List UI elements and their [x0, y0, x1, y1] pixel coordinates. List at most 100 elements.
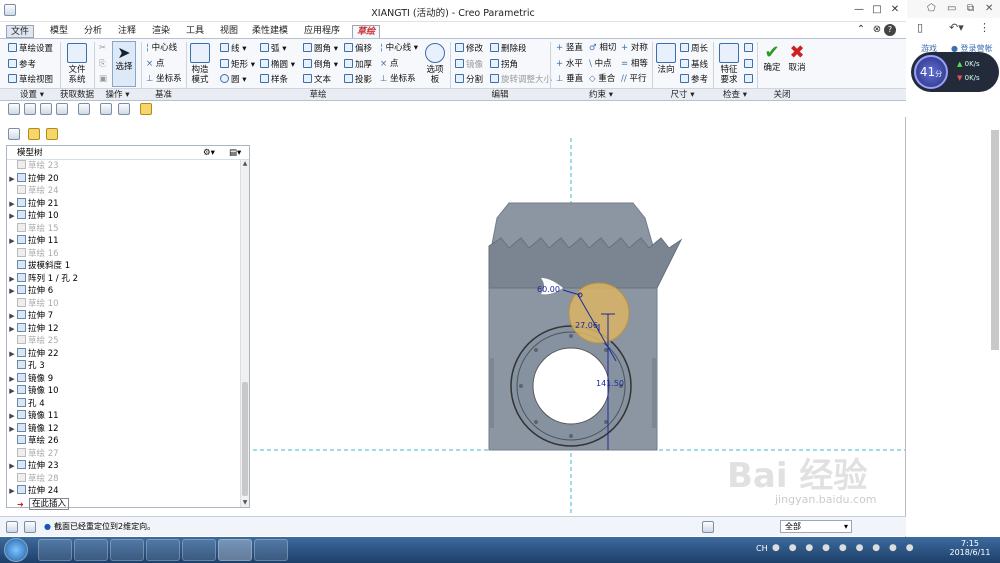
taskbar-creo-icon[interactable]: [218, 539, 252, 561]
expand-arrow-icon[interactable]: ▶: [7, 485, 17, 497]
ok-button[interactable]: ✔ 确定: [761, 43, 783, 74]
tree-row[interactable]: ▶ 镜像 12: [7, 422, 59, 436]
inspect-tool-icon-3[interactable]: [744, 74, 755, 86]
rectangle-button[interactable]: 矩形 ▾: [220, 59, 255, 71]
expand-arrow-icon[interactable]: ▶: [7, 373, 17, 385]
tree-row[interactable]: ▶ 拉伸 21: [7, 197, 59, 211]
tab-sketch[interactable]: 草绘: [352, 25, 381, 38]
datum-point-button[interactable]: × 点: [146, 59, 164, 70]
tree-settings-icon[interactable]: ⚙▾: [203, 146, 215, 160]
spline-button[interactable]: 样条: [260, 74, 288, 86]
tree-row[interactable]: ➜ 在此插入: [7, 497, 70, 511]
expand-arrow-icon[interactable]: ▶: [7, 198, 17, 210]
tree-row[interactable]: 草绘 25: [7, 335, 59, 348]
corner-button[interactable]: 拐角: [490, 59, 518, 71]
taskbar-browser-icon[interactable]: [38, 539, 72, 561]
tree-row[interactable]: 草绘 23: [7, 160, 59, 173]
side-restore-icon[interactable]: ⧉: [967, 3, 974, 14]
tab-view[interactable]: 视图: [216, 25, 242, 38]
expand-arrow-icon[interactable]: ▶: [7, 423, 17, 435]
tree-row[interactable]: 草绘 27: [7, 447, 59, 461]
fillet-button[interactable]: 圆角 ▾: [303, 43, 338, 55]
tree-row[interactable]: ▶ 镜像 11: [7, 410, 59, 423]
taskbar-explorer-icon[interactable]: [74, 539, 108, 561]
restore-button[interactable]: □: [868, 3, 886, 17]
expand-arrow-icon[interactable]: ▶: [7, 348, 17, 360]
side-mobile-icon[interactable]: ▯: [917, 21, 923, 34]
clock[interactable]: 7:15 2018/6/11: [948, 539, 992, 557]
tree-row[interactable]: ▶ 拉伸 23: [7, 460, 59, 473]
tree-scroll-thumb[interactable]: [242, 382, 248, 496]
minimize-button[interactable]: —: [850, 3, 868, 17]
taskbar-media-icon[interactable]: [110, 539, 144, 561]
group-operations[interactable]: 操作 ▾: [94, 89, 141, 101]
open-file-icon[interactable]: [24, 103, 36, 115]
group-inspect[interactable]: 检查 ▾: [713, 89, 757, 101]
reference-dimension-button[interactable]: 参考: [680, 74, 708, 86]
model-tree-tab-icon[interactable]: [8, 128, 20, 140]
mirror-button[interactable]: 镜像: [455, 59, 483, 71]
expand-arrow-icon[interactable]: ▶: [7, 273, 17, 285]
speed-widget[interactable]: 41分 ▲ 0K/s ▼ 0K/s: [911, 52, 999, 92]
sketch-view-button[interactable]: 草绘视图: [8, 74, 53, 86]
perimeter-button[interactable]: 周长: [680, 43, 708, 55]
tree-row[interactable]: 草绘 15: [7, 222, 59, 236]
tab-file[interactable]: 文件: [6, 25, 35, 38]
tree-row[interactable]: ▶ 拉伸 10: [7, 210, 59, 223]
undo-icon[interactable]: [56, 103, 68, 115]
sketch-csys-button[interactable]: ⊥ 坐标系: [380, 74, 416, 85]
tree-row[interactable]: ▶ 拉伸 20: [7, 172, 59, 186]
tab-analysis[interactable]: 分析: [80, 25, 106, 38]
tree-columns-icon[interactable]: ▤▾: [229, 146, 241, 160]
expand-arrow-icon[interactable]: ▶: [7, 385, 17, 397]
datum-csys-button[interactable]: ⊥ 坐标系: [146, 74, 182, 85]
cut-icon[interactable]: ✂: [99, 43, 106, 54]
tab-model[interactable]: 模型: [46, 25, 72, 38]
equal-constraint-button[interactable]: = 相等: [621, 59, 648, 70]
project-button[interactable]: 投影: [344, 74, 372, 86]
folder-icon[interactable]: [140, 103, 152, 115]
midpoint-constraint-button[interactable]: \ 中点: [589, 59, 612, 70]
tree-row[interactable]: ▶ 拉伸 22: [7, 347, 59, 361]
tree-row[interactable]: ▶ 阵列 1 / 孔 2: [7, 272, 78, 286]
group-setup[interactable]: 设置 ▾: [4, 89, 60, 101]
close-button[interactable]: ✕: [886, 3, 904, 17]
tree-row[interactable]: 草绘 24: [7, 185, 59, 198]
graphics-area[interactable]: 60.00 27.06 141.50 Bai 经验 jingyan.baidu.…: [253, 118, 905, 515]
expand-arrow-icon[interactable]: ▶: [7, 323, 17, 335]
tab-render[interactable]: 渲染: [148, 25, 174, 38]
ellipse-button[interactable]: 椭圆 ▾: [260, 59, 295, 71]
inspect-tool-icon-1[interactable]: [744, 43, 755, 55]
tree-row[interactable]: ▶ 拉伸 6: [7, 285, 53, 298]
tray-icons[interactable]: ● ● ● ● ● ● ● ● ●: [772, 543, 917, 553]
tab-applications[interactable]: 应用程序: [300, 25, 344, 38]
tree-row[interactable]: 草绘 26: [7, 435, 59, 448]
expand-arrow-icon[interactable]: ▶: [7, 460, 17, 472]
expand-arrow-icon[interactable]: ▶: [7, 410, 17, 422]
baseline-button[interactable]: 基线: [680, 59, 708, 71]
parallel-constraint-button[interactable]: // 平行: [621, 74, 646, 85]
feature-requirements-button[interactable]: 特征 要求: [717, 43, 741, 85]
arc-button[interactable]: 弧 ▾: [260, 43, 286, 55]
redo-icon[interactable]: [78, 103, 90, 115]
centerline-button[interactable]: ¦ 中心线 ▾: [380, 43, 418, 54]
favorites-tab-icon[interactable]: [46, 128, 58, 140]
tangent-constraint-button[interactable]: ♂ 相切: [589, 43, 616, 54]
regenerate-icon[interactable]: [100, 103, 112, 115]
select-button[interactable]: ➤ 选择: [112, 41, 136, 87]
delete-segment-button[interactable]: 删除段: [490, 43, 527, 55]
vertical-constraint-button[interactable]: + 竖直: [556, 43, 583, 54]
sketch-setup-button[interactable]: 草绘设置: [8, 43, 53, 55]
tree-row[interactable]: ▶ 拉伸 11: [7, 235, 59, 248]
selection-filter[interactable]: 全部 ▾: [780, 520, 852, 533]
tree-row[interactable]: 草绘 10: [7, 297, 59, 311]
side-ad-icon[interactable]: ⬠: [927, 3, 936, 14]
group-dimension[interactable]: 尺寸 ▾: [652, 89, 713, 101]
cancel-button[interactable]: ✖ 取消: [786, 43, 808, 74]
palette-button[interactable]: 选项 板: [424, 43, 446, 85]
find-icon[interactable]: [702, 521, 714, 533]
normal-dimension-button[interactable]: 法向: [656, 43, 676, 75]
sketch-point-button[interactable]: × 点: [380, 59, 398, 70]
language-indicator[interactable]: CH: [756, 544, 768, 553]
offset-button[interactable]: 偏移: [344, 43, 372, 55]
